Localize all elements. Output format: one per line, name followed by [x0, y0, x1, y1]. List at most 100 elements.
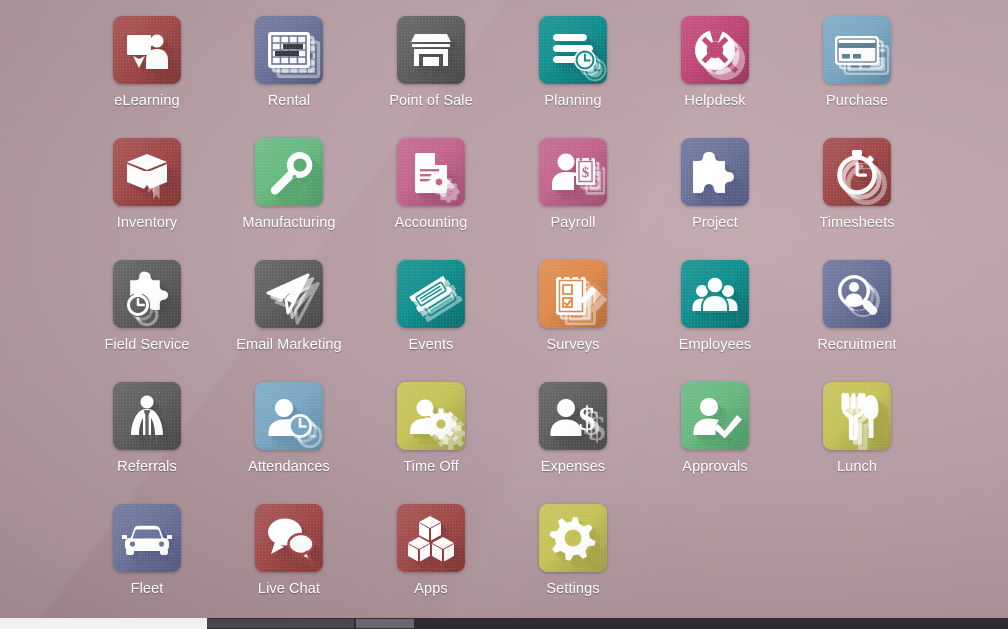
purchase-icon[interactable]	[823, 16, 891, 84]
app-label: Lunch	[836, 459, 877, 475]
accounting-icon-glyph	[415, 153, 460, 204]
app-item-settings[interactable]: Settings	[502, 504, 644, 626]
attendances-icon-glyph	[268, 399, 323, 449]
app-label: Time Off	[403, 459, 459, 475]
app-item-elearning[interactable]: eLearning	[76, 16, 218, 138]
app-label: Payroll	[550, 215, 596, 231]
app-item-helpdesk[interactable]: Helpdesk	[644, 16, 786, 138]
apps-icon-glyph	[408, 516, 465, 572]
app-label: Expenses	[540, 459, 606, 475]
lunch-icon-glyph	[841, 392, 889, 450]
app-item-timesheets[interactable]: Timesheets	[786, 138, 928, 260]
app-item-expenses[interactable]: $ $ $ Expenses	[502, 382, 644, 504]
field-service-icon[interactable]	[113, 260, 181, 328]
expenses-icon-glyph: $ $ $	[550, 399, 606, 448]
app-label: Project	[692, 215, 738, 231]
app-item-apps[interactable]: Apps	[360, 504, 502, 626]
app-label: Live Chat	[257, 581, 321, 597]
svg-text:$: $	[582, 165, 590, 181]
helpdesk-icon[interactable]	[681, 16, 749, 84]
rental-icon[interactable]	[255, 16, 323, 84]
planning-icon[interactable]	[539, 16, 607, 84]
app-item-lunch[interactable]: Lunch	[786, 382, 928, 504]
point-of-sale-icon-glyph	[411, 34, 462, 76]
email-marketing-icon[interactable]	[255, 260, 323, 328]
app-item-recruitment[interactable]: Recruitment	[786, 260, 928, 382]
live-chat-icon[interactable]	[255, 504, 323, 572]
apps-icon[interactable]	[397, 504, 465, 572]
inventory-icon-glyph	[127, 154, 178, 200]
app-label: Apps	[414, 581, 448, 597]
horizontal-scrollbar-thumb-secondary[interactable]	[356, 619, 414, 628]
inventory-icon[interactable]	[113, 138, 181, 206]
referrals-icon[interactable]	[113, 382, 181, 450]
approvals-icon[interactable]	[681, 382, 749, 450]
app-item-email-marketing[interactable]: Email Marketing	[218, 260, 360, 382]
recruitment-icon[interactable]	[823, 260, 891, 328]
app-item-planning[interactable]: Planning	[502, 16, 644, 138]
app-label: Accounting	[394, 215, 468, 231]
manufacturing-icon[interactable]	[255, 138, 323, 206]
app-item-referrals[interactable]: Referrals	[76, 382, 218, 504]
app-label: Timesheets	[819, 215, 895, 231]
project-icon[interactable]	[681, 138, 749, 206]
app-label: Helpdesk	[684, 93, 746, 109]
app-item-time-off[interactable]: Time Off	[360, 382, 502, 504]
app-item-field-service[interactable]: Field Service	[76, 260, 218, 382]
accounting-icon[interactable]	[397, 138, 465, 206]
fleet-icon[interactable]	[113, 504, 181, 572]
app-item-surveys[interactable]: Surveys	[502, 260, 644, 382]
point-of-sale-icon[interactable]	[397, 16, 465, 84]
app-item-fleet[interactable]: Fleet	[76, 504, 218, 626]
app-item-project[interactable]: Project	[644, 138, 786, 260]
app-item-manufacturing[interactable]: Manufacturing	[218, 138, 360, 260]
timesheets-icon[interactable]	[823, 138, 891, 206]
helpdesk-icon-glyph	[695, 30, 746, 81]
live-chat-icon-glyph	[268, 518, 323, 572]
planning-icon-glyph	[553, 34, 607, 82]
app-item-point-of-sale[interactable]: Point of Sale	[360, 16, 502, 138]
app-item-inventory[interactable]: Inventory	[76, 138, 218, 260]
app-label: Email Marketing	[236, 337, 342, 353]
app-item-live-chat[interactable]: Live Chat	[218, 504, 360, 626]
app-item-events[interactable]: Events	[360, 260, 502, 382]
surveys-icon[interactable]	[539, 260, 607, 328]
app-item-accounting[interactable]: Accounting	[360, 138, 502, 260]
payroll-icon[interactable]: $ $ $	[539, 138, 607, 206]
events-icon[interactable]	[397, 260, 465, 328]
time-off-icon[interactable]	[397, 382, 465, 450]
app-label: Purchase	[825, 93, 889, 109]
horizontal-scrollbar-thumb[interactable]	[207, 619, 354, 628]
app-label: Approvals	[682, 459, 748, 475]
app-label: Events	[408, 337, 454, 353]
attendances-icon[interactable]	[255, 382, 323, 450]
recruitment-icon-glyph	[838, 275, 888, 326]
app-label: Referrals	[117, 459, 177, 475]
bottom-scrollbar-track[interactable]	[0, 618, 1008, 629]
app-item-purchase[interactable]: Purchase	[786, 16, 928, 138]
settings-icon[interactable]	[539, 504, 607, 572]
lunch-icon[interactable]	[823, 382, 891, 450]
svg-text:$: $	[579, 401, 596, 438]
app-item-attendances[interactable]: Attendances	[218, 382, 360, 504]
app-label: Settings	[546, 581, 600, 597]
settings-icon-glyph	[549, 517, 606, 572]
referrals-icon-glyph	[131, 395, 173, 446]
elearning-icon-glyph	[127, 34, 179, 80]
rental-icon-glyph	[268, 32, 321, 79]
elearning-icon[interactable]	[113, 16, 181, 84]
time-off-icon-glyph	[410, 399, 465, 450]
timesheets-icon-glyph	[837, 150, 887, 206]
app-item-payroll[interactable]: $ $ $ Payroll	[502, 138, 644, 260]
employees-icon-glyph	[692, 275, 748, 324]
app-label: Attendances	[248, 459, 330, 475]
app-item-employees[interactable]: Employees	[644, 260, 786, 382]
expenses-icon[interactable]: $ $ $	[539, 382, 607, 450]
email-marketing-icon-glyph	[266, 273, 320, 325]
app-item-approvals[interactable]: Approvals	[644, 382, 786, 504]
app-item-rental[interactable]: Rental	[218, 16, 360, 138]
employees-icon[interactable]	[681, 260, 749, 328]
manufacturing-icon-glyph	[270, 151, 323, 205]
app-label: Employees	[678, 337, 752, 353]
app-label: Inventory	[116, 215, 178, 231]
